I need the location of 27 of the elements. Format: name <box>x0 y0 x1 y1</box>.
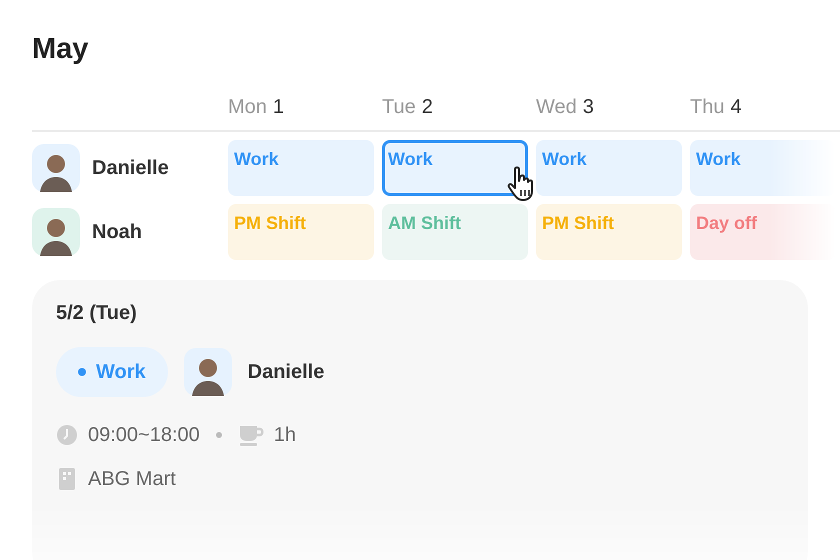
weekday-label: Tue <box>382 96 416 118</box>
shift-time: 09:00~18:00 <box>88 424 200 446</box>
shift-tag: Work <box>56 347 168 397</box>
date-label: 4 <box>730 96 742 118</box>
shift-cell[interactable]: PM Shift <box>228 204 374 260</box>
shift-cell[interactable]: Work <box>382 140 528 196</box>
person-name: Noah <box>92 220 142 244</box>
shift-cell[interactable]: Work <box>536 140 682 196</box>
person-name: Danielle <box>248 360 324 384</box>
detail-date: 5/2 (Tue) <box>56 302 138 325</box>
cup-icon <box>238 424 264 446</box>
shift-cell[interactable]: PM Shift <box>536 204 682 260</box>
weekday-label: Wed <box>536 96 577 118</box>
shift-cell[interactable]: AM Shift <box>382 204 528 260</box>
separator-dot-icon <box>216 432 222 438</box>
building-icon <box>59 468 75 490</box>
workplace-name: ABG Mart <box>88 468 176 490</box>
date-label: 3 <box>582 96 594 118</box>
date-label: 2 <box>422 96 433 118</box>
clock-icon <box>56 424 78 446</box>
person-name: Danielle <box>92 156 169 180</box>
shift-cell[interactable]: Work <box>228 140 374 196</box>
month-title: May <box>32 32 90 67</box>
break-duration: 1h <box>274 424 296 446</box>
weekday-label: Thu <box>690 96 724 118</box>
weekday-label: Mon <box>228 96 267 118</box>
date-label: 1 <box>272 96 284 118</box>
